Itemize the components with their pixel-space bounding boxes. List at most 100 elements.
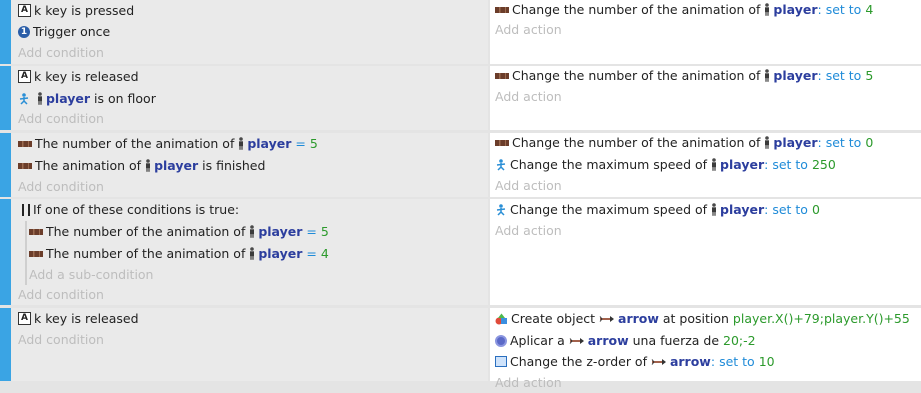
player-sprite-icon	[712, 158, 717, 171]
object-name[interactable]: player	[258, 246, 302, 261]
player-sprite-icon	[712, 203, 717, 216]
actions-column[interactable]: Change the maximum speed of player: set …	[490, 199, 921, 305]
separator: :	[710, 354, 716, 369]
action-text: Change the maximum speed of	[510, 202, 712, 217]
condition-row[interactable]: player is on floor	[18, 89, 156, 109]
action-value[interactable]: 10	[759, 354, 775, 369]
action-value[interactable]: 5	[865, 68, 873, 83]
arrow-object-icon	[651, 358, 666, 365]
conditions-column[interactable]: The number of the animation of player = …	[11, 133, 488, 197]
event-block[interactable]: The number of the animation of player = …	[0, 133, 921, 197]
action-text: Aplicar a	[510, 333, 569, 348]
action-value[interactable]: 0	[812, 202, 820, 217]
add-condition-link[interactable]: Add condition	[18, 285, 104, 305]
z-order-icon	[495, 356, 507, 367]
object-name[interactable]: player	[720, 157, 764, 172]
event-drag-handle[interactable]	[0, 66, 11, 130]
actions-column[interactable]: Change the number of the animation of pl…	[490, 133, 921, 197]
sub-condition-row[interactable]: The number of the animation of player = …	[29, 244, 329, 264]
player-sprite-icon	[37, 92, 42, 105]
actions-column[interactable]: Create object arrow at position player.X…	[490, 308, 921, 390]
add-action-link[interactable]: Add action	[495, 221, 562, 241]
separator: :	[764, 157, 769, 172]
add-sub-condition-link[interactable]: Add a sub-condition	[29, 265, 153, 285]
object-name[interactable]: arrow	[588, 333, 629, 348]
object-name[interactable]: player	[773, 135, 817, 150]
conditions-column[interactable]: If one of these conditions is true: The …	[11, 199, 488, 305]
action-text: Change the number of the animation of	[512, 135, 765, 150]
event-drag-handle[interactable]	[0, 133, 11, 197]
action-value[interactable]: 4	[865, 2, 873, 17]
conditions-column[interactable]: Ak key is released player is on floor Ad…	[11, 66, 488, 130]
action-text: at position	[658, 311, 733, 326]
object-name[interactable]: arrow	[618, 311, 659, 326]
condition-row[interactable]: The number of the animation of player = …	[18, 134, 318, 154]
object-name[interactable]: player	[720, 202, 764, 217]
condition-row[interactable]: The animation of player is finished	[18, 156, 265, 176]
action-row[interactable]: Change the number of the animation of pl…	[495, 0, 873, 20]
condition-row[interactable]: 1 Trigger once	[18, 22, 110, 42]
action-value[interactable]: 250	[812, 157, 836, 172]
condition-text: The animation of	[35, 158, 146, 173]
action-row[interactable]: Change the z-order of arrow: set to 10	[495, 352, 775, 372]
player-sprite-icon	[250, 225, 255, 238]
action-value[interactable]: 0	[865, 135, 873, 150]
platformer-icon	[496, 203, 506, 216]
add-action-link[interactable]: Add action	[495, 20, 562, 40]
animation-icon	[18, 140, 32, 147]
condition-row[interactable]: Ak key is pressed	[18, 1, 134, 21]
actions-column[interactable]: Change the number of the animation of pl…	[490, 0, 921, 64]
event-drag-handle[interactable]	[0, 308, 11, 381]
add-condition-link[interactable]: Add condition	[18, 43, 104, 63]
add-condition-link[interactable]: Add condition	[18, 177, 104, 197]
platformer-icon	[496, 158, 506, 171]
event-drag-handle[interactable]	[0, 0, 11, 64]
object-name[interactable]: player	[773, 68, 817, 83]
operation-keyword: set to	[825, 135, 862, 150]
condition-row[interactable]: Ak key is released	[18, 67, 139, 87]
condition-text: k key is pressed	[34, 3, 135, 18]
action-row[interactable]: Aplicar a arrow una fuerza de 20;-2	[495, 331, 756, 351]
event-drag-handle[interactable]	[0, 199, 11, 305]
action-row[interactable]: Change the maximum speed of player: set …	[495, 200, 820, 220]
comparison-operator: =	[306, 246, 317, 261]
event-block[interactable]: Ak key is released Add condition Create …	[0, 308, 921, 390]
sub-condition-row[interactable]: The number of the animation of player = …	[29, 222, 329, 242]
add-condition-link[interactable]: Add condition	[18, 109, 104, 129]
action-value[interactable]: 20;-2	[723, 333, 756, 348]
or-condition-header[interactable]: If one of these conditions is true:	[20, 200, 239, 220]
actions-column[interactable]: Change the number of the animation of pl…	[490, 66, 921, 130]
condition-text: The number of the animation of	[46, 224, 250, 239]
object-name[interactable]: player	[773, 2, 817, 17]
conditions-column[interactable]: Ak key is released Add condition	[11, 308, 488, 381]
action-value[interactable]: player.X()+79;player.Y()+55	[733, 311, 910, 326]
action-row[interactable]: Change the number of the animation of pl…	[495, 133, 873, 153]
add-action-link[interactable]: Add action	[495, 176, 562, 196]
conditions-column[interactable]: Ak key is pressed 1 Trigger once Add cond…	[11, 0, 488, 64]
event-block[interactable]: Ak key is released player is on floor Ad…	[0, 66, 921, 130]
add-action-link[interactable]: Add action	[495, 373, 562, 393]
condition-value[interactable]: 5	[310, 136, 318, 151]
operation-keyword: set to	[772, 157, 808, 172]
action-row[interactable]: Change the maximum speed of player: set …	[495, 155, 836, 175]
operation-keyword: set to	[719, 354, 755, 369]
action-row[interactable]: Create object arrow at position player.X…	[495, 309, 910, 329]
condition-row[interactable]: Ak key is released	[18, 309, 139, 329]
object-name[interactable]: player	[247, 136, 291, 151]
condition-value[interactable]: 5	[321, 224, 329, 239]
object-name[interactable]: arrow	[670, 354, 711, 369]
animation-icon	[495, 6, 509, 13]
separator: :	[764, 202, 769, 217]
condition-text: k key is released	[34, 311, 139, 326]
event-block[interactable]: If one of these conditions is true: The …	[0, 199, 921, 305]
object-name[interactable]: player	[46, 91, 90, 106]
object-name[interactable]: player	[258, 224, 302, 239]
add-action-link[interactable]: Add action	[495, 87, 562, 107]
action-row[interactable]: Change the number of the animation of pl…	[495, 66, 873, 86]
object-name[interactable]: player	[154, 158, 198, 173]
add-condition-link[interactable]: Add condition	[18, 330, 104, 350]
condition-value[interactable]: 4	[321, 246, 329, 261]
platformer-icon	[19, 92, 29, 105]
event-block[interactable]: Ak key is pressed 1 Trigger once Add cond…	[0, 0, 921, 64]
create-object-icon	[495, 313, 507, 324]
